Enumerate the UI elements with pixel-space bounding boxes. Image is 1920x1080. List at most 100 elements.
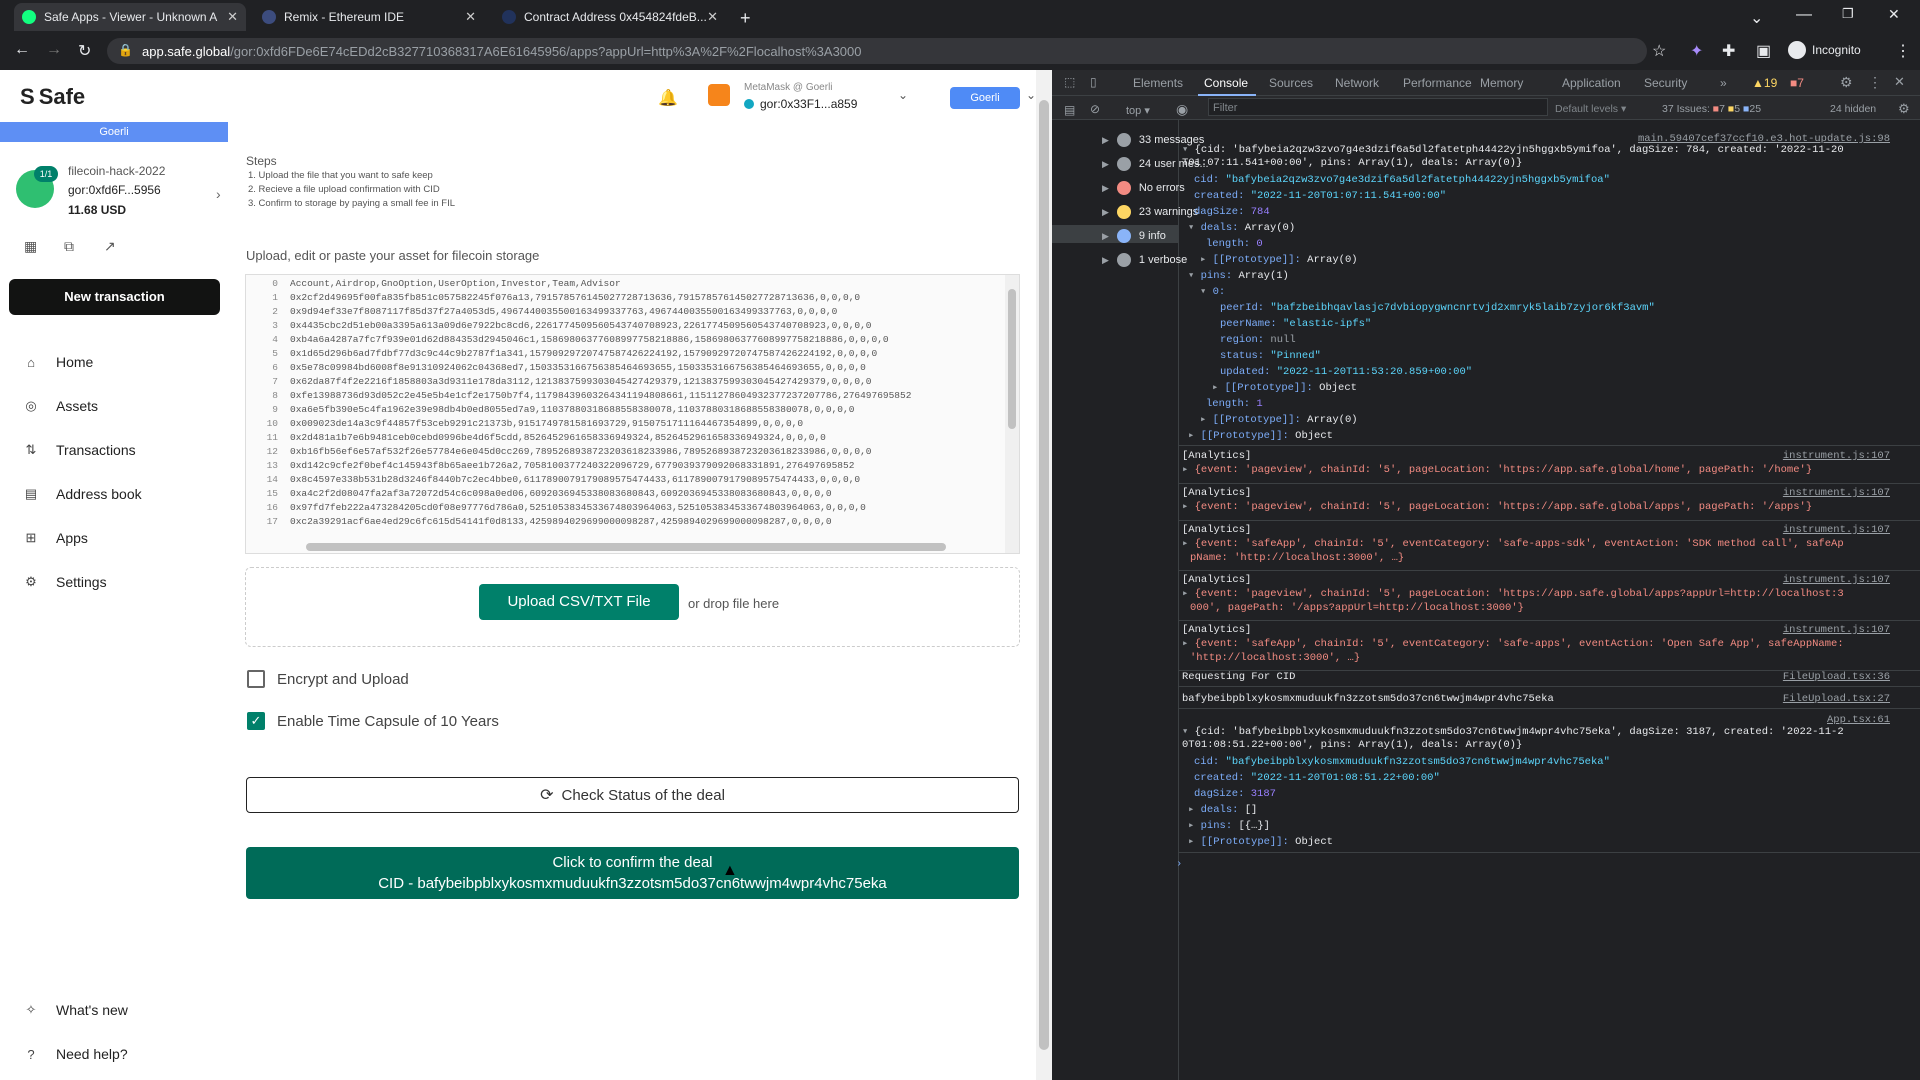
prototype-expander[interactable]: ▸ [[Prototype]]: Object bbox=[1188, 836, 1333, 849]
console-source-link[interactable]: instrument.js:107 bbox=[1783, 487, 1890, 500]
close-tab-icon[interactable]: ✕ bbox=[227, 9, 238, 25]
tab-contract[interactable]: Contract Address 0x454824fdeB... ✕ bbox=[494, 6, 726, 28]
console-prompt[interactable]: › bbox=[1176, 858, 1182, 871]
deals-expander[interactable]: ▸ deals: [] bbox=[1188, 804, 1257, 817]
context-select[interactable]: top ▾ bbox=[1126, 104, 1150, 117]
close-devtools-icon[interactable]: ✕ bbox=[1894, 74, 1905, 90]
clear-console-icon[interactable]: ⊘ bbox=[1090, 102, 1100, 116]
reload-icon[interactable]: ↻ bbox=[78, 41, 91, 61]
whats-new-link[interactable]: ✧ What's new bbox=[22, 1002, 128, 1018]
bookmark-star-icon[interactable]: ☆ bbox=[1652, 41, 1666, 61]
sidebar-item-settings[interactable]: ⚙ Settings bbox=[22, 574, 106, 590]
menu-icon[interactable]: ⋮ bbox=[1895, 41, 1911, 61]
object-summary[interactable]: ▾ {cid: 'bafybeibpblxykosmxmuduukfn3zzot… bbox=[1182, 726, 1844, 739]
page-scroll-thumb[interactable] bbox=[1039, 100, 1049, 1050]
encrypt-checkbox[interactable] bbox=[247, 670, 265, 688]
filter-input[interactable] bbox=[1208, 98, 1548, 116]
console-sidebar-item[interactable]: ▶ 1 verbose bbox=[1102, 253, 1187, 267]
device-toggle-icon[interactable]: ▯ bbox=[1090, 75, 1097, 89]
maximize-icon[interactable]: ❐ bbox=[1842, 6, 1854, 22]
close-tab-icon[interactable]: ✕ bbox=[465, 9, 476, 25]
console-source-link[interactable]: FileUpload.tsx:27 bbox=[1783, 693, 1890, 706]
prototype-expander[interactable]: ▸ [[Prototype]]: Object bbox=[1212, 382, 1357, 395]
warning-count[interactable]: ▲19 bbox=[1752, 76, 1777, 90]
analytics-event[interactable]: ▸ {event: 'pageview', chainId: '5', page… bbox=[1182, 501, 1812, 514]
check-status-button[interactable]: ⟳ Check Status of the deal bbox=[246, 777, 1019, 813]
console-sidebar-item[interactable]: ▶ 9 info bbox=[1102, 229, 1166, 243]
csv-hscroll-thumb[interactable] bbox=[306, 543, 946, 551]
devtools-tab-security[interactable]: Security bbox=[1644, 76, 1687, 90]
prototype-expander[interactable]: ▸ [[Prototype]]: Object bbox=[1188, 430, 1333, 443]
new-transaction-button[interactable]: New transaction bbox=[9, 279, 220, 315]
extension-icon[interactable]: ✦ bbox=[1690, 41, 1703, 61]
console-source-link[interactable]: instrument.js:107 bbox=[1783, 450, 1890, 463]
pins-expander[interactable]: ▾ pins: Array(1) bbox=[1188, 270, 1289, 283]
tab-safe-apps[interactable]: Safe Apps - Viewer - Unknown A ✕ bbox=[14, 3, 246, 31]
pin-expander[interactable]: ▾ 0: bbox=[1200, 286, 1225, 299]
console-source-link[interactable]: instrument.js:107 bbox=[1783, 574, 1890, 587]
close-window-icon[interactable]: ✕ bbox=[1888, 6, 1900, 23]
console-sidebar-item[interactable]: ▶ No errors bbox=[1102, 181, 1185, 195]
more-tabs-icon[interactable]: » bbox=[1720, 76, 1727, 90]
minimize-icon[interactable]: — bbox=[1796, 6, 1812, 24]
back-icon[interactable]: ← bbox=[14, 41, 30, 59]
prototype-expander[interactable]: ▸ [[Prototype]]: Array(0) bbox=[1200, 254, 1358, 267]
qr-code-icon[interactable]: ▦ bbox=[24, 238, 37, 255]
devtools-tab-performance[interactable]: Performance bbox=[1403, 76, 1472, 90]
sidebar-toggle-icon[interactable]: ▤ bbox=[1064, 103, 1075, 117]
deals-expander[interactable]: ▾ deals: Array(0) bbox=[1188, 222, 1295, 235]
analytics-event[interactable]: ▸ {event: 'safeApp', chainId: '5', event… bbox=[1182, 538, 1844, 551]
new-tab-icon[interactable]: + bbox=[740, 8, 751, 29]
close-tab-icon[interactable]: ✕ bbox=[707, 9, 718, 25]
issues-button[interactable]: 37 Issues: ■7 ■5 ■25 bbox=[1662, 103, 1761, 115]
analytics-event[interactable]: ▸ {event: 'safeApp', chainId: '5', event… bbox=[1182, 638, 1844, 651]
analytics-event[interactable]: ▸ {event: 'pageview', chainId: '5', page… bbox=[1182, 464, 1812, 477]
devtools-tab-application[interactable]: Application bbox=[1562, 76, 1621, 90]
console-sidebar-item[interactable]: ▶ 23 warnings bbox=[1102, 205, 1198, 219]
network-chevron-icon[interactable]: ⌄ bbox=[1026, 88, 1036, 102]
csv-scroll-thumb[interactable] bbox=[1008, 289, 1016, 429]
safe-logo[interactable]: S Safe bbox=[20, 84, 85, 110]
wallet-address[interactable]: gor:0x33F1...a859 bbox=[744, 97, 857, 111]
puzzle-icon[interactable]: ✚ bbox=[1722, 41, 1735, 61]
chevron-right-icon[interactable]: › bbox=[216, 186, 221, 202]
external-link-icon[interactable]: ↗ bbox=[104, 238, 116, 255]
upload-csv-button[interactable]: Upload CSV/TXT File bbox=[479, 584, 679, 620]
error-count[interactable]: ■7 bbox=[1790, 76, 1804, 90]
sidebar-item-address-book[interactable]: ▤ Address book bbox=[22, 486, 142, 502]
prototype-expander[interactable]: ▸ [[Prototype]]: Array(0) bbox=[1200, 414, 1358, 427]
notification-bell-icon[interactable]: 🔔 bbox=[658, 88, 678, 108]
console-settings-icon[interactable]: ⚙ bbox=[1898, 101, 1910, 117]
object-summary[interactable]: ▾ {cid: 'bafybeia2qzw3zvo7g4e3dzif6a5dl2… bbox=[1182, 144, 1844, 157]
devtools-tab-console[interactable]: Console bbox=[1204, 76, 1248, 90]
incognito-profile[interactable]: Incognito bbox=[1788, 41, 1861, 59]
tab-remix[interactable]: Remix - Ethereum IDE ✕ bbox=[254, 6, 484, 28]
sidebar-item-apps[interactable]: ⊞ Apps bbox=[22, 530, 88, 546]
devtools-tab-elements[interactable]: Elements bbox=[1133, 76, 1183, 90]
forward-icon[interactable]: → bbox=[46, 41, 62, 59]
analytics-event[interactable]: ▸ {event: 'pageview', chainId: '5', page… bbox=[1182, 588, 1844, 601]
sidebar-item-home[interactable]: ⌂ Home bbox=[22, 354, 93, 370]
devtools-menu-icon[interactable]: ⋮ bbox=[1868, 74, 1882, 91]
devtools-tab-memory[interactable]: Memory bbox=[1480, 76, 1523, 90]
live-expression-icon[interactable]: ◉ bbox=[1176, 101, 1188, 118]
csv-editor[interactable]: 0 Account,Airdrop,GnoOption,UserOption,In… bbox=[245, 274, 1020, 554]
sidebar-item-assets[interactable]: ◎ Assets bbox=[22, 398, 98, 414]
console-source-link[interactable]: FileUpload.tsx:36 bbox=[1783, 671, 1890, 684]
inspect-icon[interactable]: ⬚ bbox=[1064, 75, 1075, 89]
levels-select[interactable]: Default levels ▾ bbox=[1555, 103, 1626, 115]
copy-icon[interactable]: ⧉ bbox=[64, 238, 74, 255]
sidebar-item-transactions[interactable]: ⇅ Transactions bbox=[22, 442, 136, 458]
devtools-tab-sources[interactable]: Sources bbox=[1269, 76, 1313, 90]
pins-expander[interactable]: ▸ pins: [{…}] bbox=[1188, 820, 1270, 833]
sidepanel-icon[interactable]: ▣ bbox=[1756, 41, 1771, 61]
need-help-link[interactable]: ? Need help? bbox=[22, 1046, 127, 1062]
tab-search-icon[interactable]: ⌄ bbox=[1750, 8, 1763, 28]
settings-gear-icon[interactable]: ⚙ bbox=[1840, 74, 1853, 91]
console-source-link[interactable]: instrument.js:107 bbox=[1783, 624, 1890, 637]
network-select[interactable]: Goerli bbox=[950, 87, 1020, 109]
capsule-checkbox[interactable]: ✓ bbox=[247, 712, 265, 730]
confirm-deal-button[interactable]: Click to confirm the deal CID - bafybeib… bbox=[246, 847, 1019, 899]
chevron-down-icon[interactable]: ⌄ bbox=[898, 88, 908, 102]
console-source-link[interactable]: instrument.js:107 bbox=[1783, 524, 1890, 537]
